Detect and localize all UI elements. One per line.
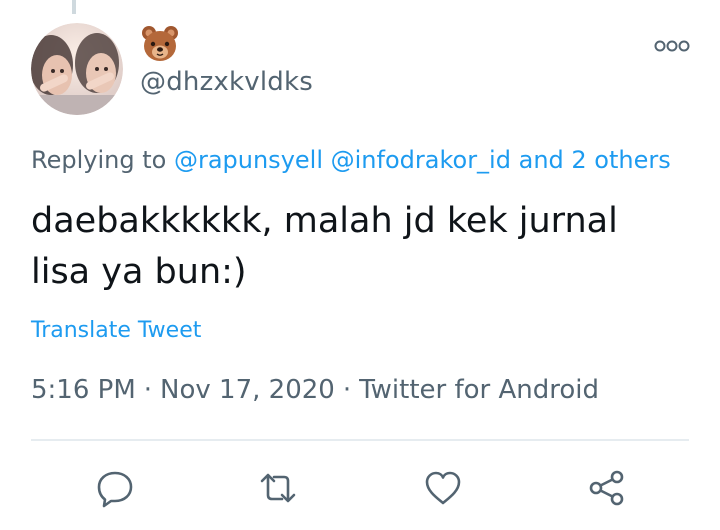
tweet-date[interactable]: Nov 17, 2020 xyxy=(160,375,335,405)
mention-link[interactable]: @rapunsyell xyxy=(174,146,323,174)
avatar[interactable] xyxy=(31,23,123,115)
meta-separator: · xyxy=(143,375,153,405)
tweet-time[interactable]: 5:16 PM xyxy=(31,375,136,405)
reply-context: Replying to @rapunsyell @infodrakor_id a… xyxy=(31,146,671,174)
reply-icon[interactable] xyxy=(95,468,135,508)
tweet-card: @dhzxkvldks Replying to @rapunsyell @inf… xyxy=(0,0,720,530)
tweet-text: daebakkkkkk, malah jd kek jurnal lisa ya… xyxy=(31,201,618,292)
others-link[interactable]: and 2 others xyxy=(519,146,671,174)
thread-connector-line xyxy=(72,0,76,14)
tweet-metadata: 5:16 PM · Nov 17, 2020 · Twitter for Android xyxy=(31,375,599,405)
author-handle[interactable]: @dhzxkvldks xyxy=(140,67,313,97)
replying-to-label: Replying to xyxy=(31,146,167,174)
share-icon[interactable] xyxy=(587,468,627,508)
like-icon[interactable] xyxy=(423,468,463,508)
divider xyxy=(31,439,689,441)
translate-tweet-link[interactable]: Translate Tweet xyxy=(31,318,201,343)
tweet-source[interactable]: Twitter for Android xyxy=(359,375,599,405)
mention-link[interactable]: @infodrakor_id xyxy=(331,146,511,174)
more-options-icon[interactable] xyxy=(650,34,694,58)
meta-separator: · xyxy=(342,375,352,405)
retweet-icon[interactable] xyxy=(258,468,298,508)
bear-face-emoji-icon xyxy=(140,24,180,64)
